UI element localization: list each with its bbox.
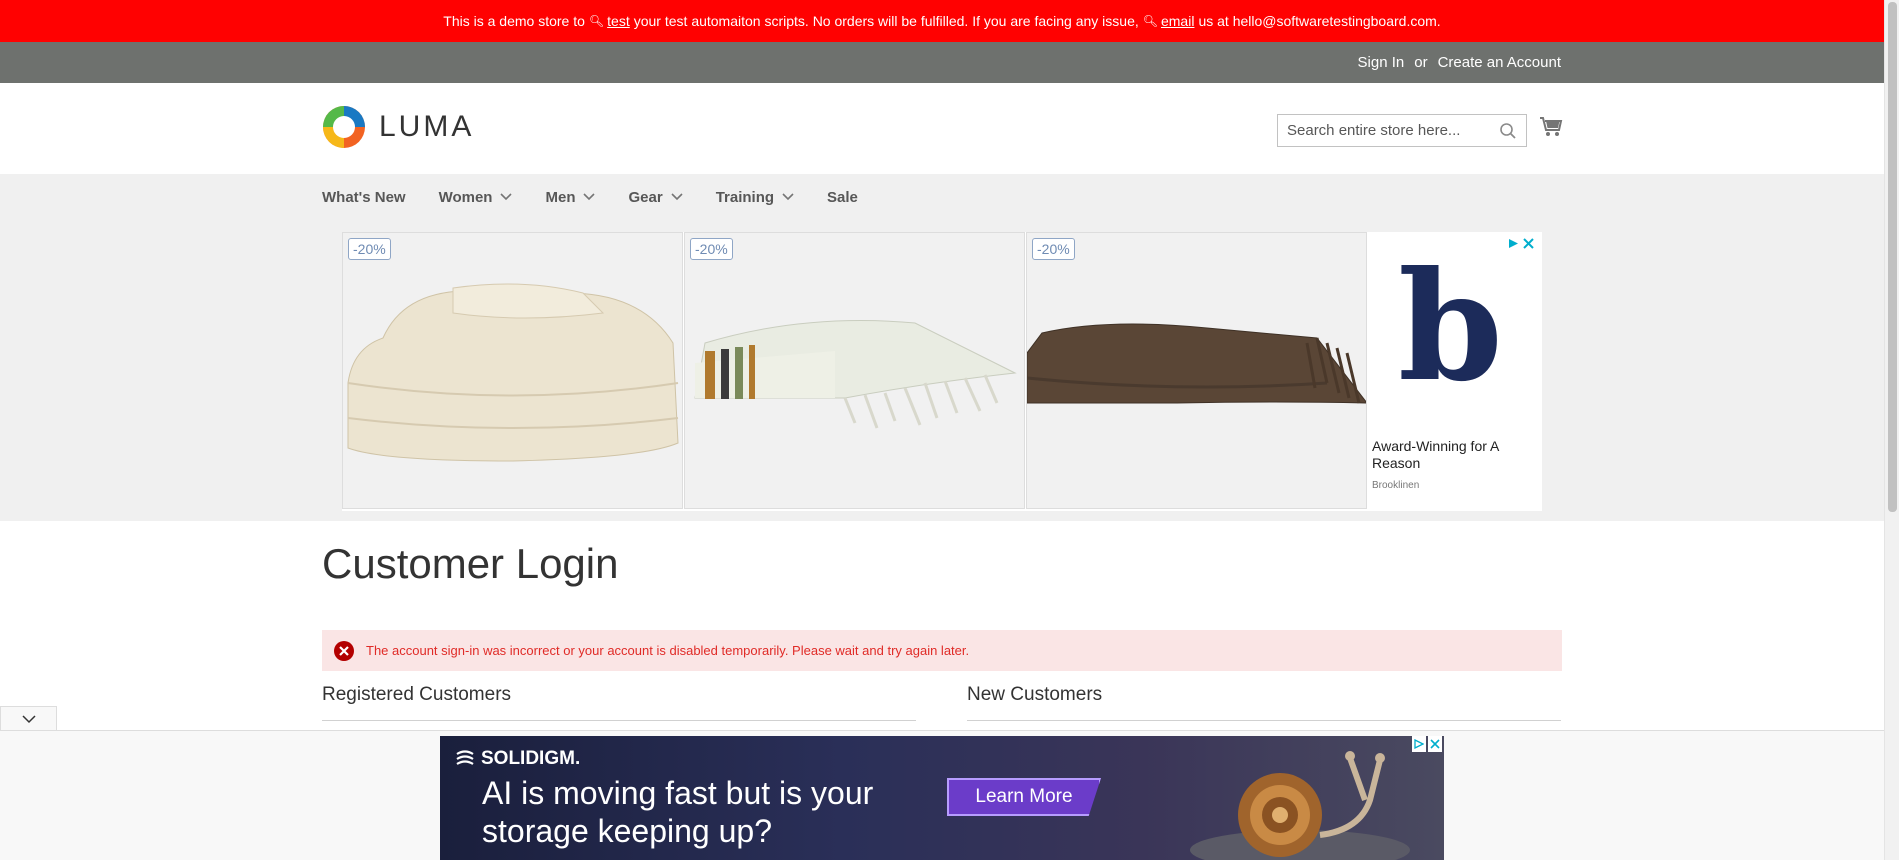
scrollbar-thumb[interactable] (1888, 2, 1897, 512)
nav-item-label: Men (545, 188, 576, 206)
create-account-link[interactable]: Create an Account (1438, 54, 1561, 71)
ad-choices[interactable] (1412, 736, 1442, 752)
ad-choices-icon[interactable] (1412, 736, 1426, 752)
ad-choices[interactable] (1508, 238, 1534, 249)
ad-product-tile[interactable]: -20% (342, 232, 683, 509)
ad-product-tile[interactable]: -20% (1026, 232, 1367, 509)
chevron-down-icon (671, 193, 683, 201)
nav-item-label: Women (438, 188, 493, 206)
ad-brand-name: SOLIDIGM. (481, 748, 581, 769)
snail-image (1190, 751, 1410, 860)
solidigm-logo-icon (456, 750, 474, 765)
ad-headline[interactable]: Award-Winning for A Reason (1372, 438, 1532, 472)
ad-headline: AI is moving fast but is your storage ke… (482, 775, 874, 849)
search-input[interactable]: Search entire store here... (1277, 114, 1527, 147)
nav-item-label: Sale (827, 188, 858, 206)
folded-duvet-image (347, 283, 679, 462)
close-icon[interactable] (1523, 238, 1534, 249)
header-content: LUMA Search entire store here... (0, 83, 1884, 174)
error-text: The account sign-in was incorrect or you… (366, 643, 970, 658)
logo[interactable]: LUMA (322, 105, 474, 149)
search-icon: 🔍︎ (1142, 14, 1158, 28)
nav-item-sale[interactable]: Sale (827, 189, 858, 206)
notice-test-link[interactable]: test (607, 13, 630, 29)
divider (322, 720, 916, 721)
main-nav: What's New Women Men Gear Training Sale (322, 174, 891, 220)
nav-item-label: Gear (628, 188, 663, 206)
nav-item-label: Training (715, 188, 775, 206)
brown-throw-image (1027, 323, 1366, 404)
discount-badge: -20% (348, 238, 391, 260)
striped-throw-image (694, 320, 1017, 429)
new-customers-title: New Customers (967, 684, 1103, 705)
demo-notice-bar: This is a demo store to 🔍︎ test your tes… (0, 0, 1884, 42)
nav-item-training[interactable]: Training (716, 189, 794, 206)
page-title: Customer Login (322, 540, 619, 587)
logo-text: LUMA (379, 110, 475, 143)
notice-email-link[interactable]: email (1161, 13, 1194, 29)
notice-text-3: us at hello@softwaretestingboard.com. (1198, 13, 1441, 29)
search-icon[interactable] (1499, 122, 1517, 140)
close-icon[interactable] (1428, 736, 1442, 752)
nav-item-gear[interactable]: Gear (628, 188, 683, 206)
search-placeholder: Search entire store here... (1287, 122, 1461, 139)
nav-item-label: What's New (322, 188, 406, 206)
ad-product-tile[interactable]: -20% (684, 232, 1025, 509)
divider (967, 720, 1561, 721)
discount-badge: -20% (690, 238, 733, 260)
nav-item-men[interactable]: Men (545, 188, 596, 206)
chevron-down-icon (21, 714, 36, 723)
notice-text-1: This is a demo store to (443, 13, 585, 29)
luma-logo-icon (323, 106, 365, 148)
search-icon: 🔍︎ (588, 14, 605, 28)
cart-icon[interactable] (1539, 116, 1563, 138)
chevron-down-icon (583, 193, 596, 201)
or-text: or (1414, 54, 1428, 71)
solidigm-banner-ad[interactable]: SOLIDIGM. AI is moving fast but is your … (440, 736, 1444, 860)
nav-item-whats-new[interactable]: What's New (322, 189, 406, 206)
ad-brand: SOLIDIGM. (454, 748, 580, 770)
error-icon (334, 640, 354, 661)
learn-more-button[interactable]: Learn More (947, 778, 1101, 816)
ad-brand-panel[interactable]: b Award-Winning for A Reason Brooklinen (1368, 232, 1540, 511)
ad-choices-icon[interactable] (1508, 238, 1519, 249)
notice-text-2: your test automaiton scripts. No orders … (633, 13, 1139, 29)
nav-item-women[interactable]: Women (439, 189, 513, 206)
header-links: Sign In or Create an Account (1358, 42, 1561, 83)
header-panel: Sign In or Create an Account (0, 42, 1884, 83)
display-ad[interactable]: -20% -20% -20% b Award-Winning for A Rea… (342, 232, 1542, 511)
ad-advertiser: Brooklinen (1372, 480, 1420, 491)
brand-logo: b (1398, 239, 1503, 415)
page-scrollbar[interactable] (1884, 0, 1899, 860)
chevron-down-icon (782, 193, 794, 201)
ad-collapse-button[interactable] (0, 706, 57, 731)
sign-in-link[interactable]: Sign In (1358, 54, 1405, 71)
chevron-down-icon (500, 193, 513, 201)
discount-badge: -20% (1032, 238, 1075, 260)
registered-customers-title: Registered Customers (322, 684, 512, 705)
error-message: The account sign-in was incorrect or you… (322, 630, 1562, 671)
